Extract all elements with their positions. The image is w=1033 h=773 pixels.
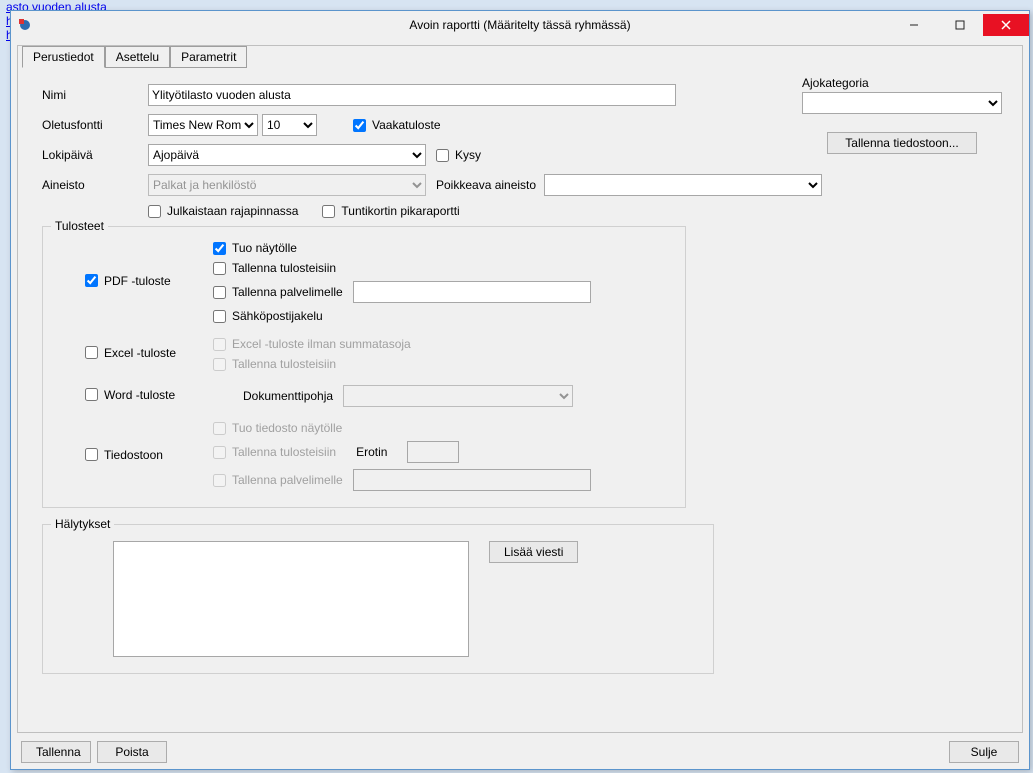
dokumenttipohja-label: Dokumenttipohja bbox=[243, 389, 333, 403]
tiedosto-tallenna-palvelimelle-check: Tallenna palvelimelle bbox=[213, 473, 343, 487]
tuntikortin-pikaraportti-check[interactable]: Tuntikortin pikaraportti bbox=[322, 204, 459, 218]
ajokategoria-label: Ajokategoria bbox=[802, 76, 1002, 90]
halytykset-legend: Hälytykset bbox=[51, 517, 114, 531]
nimi-input[interactable] bbox=[148, 84, 676, 106]
erotin-label: Erotin bbox=[356, 445, 387, 459]
nimi-label: Nimi bbox=[42, 88, 148, 102]
excel-tuloste-check[interactable]: Excel -tuloste bbox=[85, 346, 176, 360]
tab-content: Ajokategoria Tallenna tiedostoon... Nimi… bbox=[18, 66, 1022, 732]
tiedosto-tallenna-tulosteisiin-check: Tallenna tulosteisiin bbox=[213, 445, 336, 459]
sahkopostijakelu-check[interactable]: Sähköpostijakelu bbox=[213, 309, 591, 323]
fonttikoko-select[interactable]: 10 bbox=[262, 114, 317, 136]
halytykset-group: Hälytykset Lisää viesti bbox=[42, 524, 714, 674]
tuo-naytolle-check[interactable]: Tuo näytölle bbox=[213, 241, 591, 255]
tulosteet-group: Tulosteet PDF -tuloste Tuo näytölle Tall… bbox=[42, 226, 686, 508]
oletusfontti-label: Oletusfontti bbox=[42, 118, 148, 132]
tab-parametrit[interactable]: Parametrit bbox=[170, 46, 247, 68]
dokumenttipohja-select bbox=[343, 385, 573, 407]
tulosteet-legend: Tulosteet bbox=[51, 219, 108, 233]
tallenna-tulosteisiin-check[interactable]: Tallenna tulosteisiin bbox=[213, 261, 591, 275]
lokipaiva-label: Lokipäivä bbox=[42, 148, 148, 162]
poista-button[interactable]: Poista bbox=[97, 741, 167, 763]
pdf-tuloste-check[interactable]: PDF -tuloste bbox=[85, 274, 171, 288]
tallenna-tiedostoon-button[interactable]: Tallenna tiedostoon... bbox=[827, 132, 977, 154]
ajokategoria-block: Ajokategoria Tallenna tiedostoon... bbox=[802, 76, 1002, 154]
tab-asettelu[interactable]: Asettelu bbox=[105, 46, 170, 68]
erotin-input bbox=[407, 441, 459, 463]
tallenna-palvelimelle-check[interactable]: Tallenna palvelimelle bbox=[213, 285, 343, 299]
lisaa-viesti-button[interactable]: Lisää viesti bbox=[489, 541, 578, 563]
excel-ilman-summa-check: Excel -tuloste ilman summatasoja bbox=[213, 337, 411, 351]
vaakatuloste-check[interactable]: Vaakatuloste bbox=[353, 118, 441, 132]
tiedostoon-check[interactable]: Tiedostoon bbox=[85, 448, 163, 462]
aineisto-select: Palkat ja henkilöstö bbox=[148, 174, 426, 196]
window-title: Avoin raportti (Määritelty tässä ryhmäss… bbox=[11, 18, 1029, 32]
tallenna-palvelimelle-input[interactable] bbox=[353, 281, 591, 303]
halytykset-textarea[interactable] bbox=[113, 541, 469, 657]
tallenna-button[interactable]: Tallenna bbox=[21, 741, 91, 763]
footer: Tallenna Poista Sulje bbox=[17, 739, 1023, 765]
poikkeava-aineisto-label: Poikkeava aineisto bbox=[436, 178, 536, 192]
aineisto-label: Aineisto bbox=[42, 178, 148, 192]
julkaistaan-rajapinnassa-check[interactable]: Julkaistaan rajapinnassa bbox=[148, 204, 298, 218]
ajokategoria-select[interactable] bbox=[802, 92, 1002, 114]
tuo-tiedosto-naytolle-check: Tuo tiedosto näytölle bbox=[213, 421, 591, 435]
lokipaiva-select[interactable]: Ajopäivä bbox=[148, 144, 426, 166]
tab-bar: Perustiedot Asettelu Parametrit bbox=[22, 45, 247, 67]
titlebar: Avoin raportti (Määritelty tässä ryhmäss… bbox=[11, 11, 1029, 39]
poikkeava-aineisto-select[interactable] bbox=[544, 174, 822, 196]
kysy-check[interactable]: Kysy bbox=[436, 148, 481, 162]
tab-perustiedot[interactable]: Perustiedot bbox=[22, 46, 105, 68]
main-panel: Perustiedot Asettelu Parametrit Ajokateg… bbox=[17, 45, 1023, 733]
excel-tallenna-tulosteisiin-check: Tallenna tulosteisiin bbox=[213, 357, 411, 371]
word-tuloste-check[interactable]: Word -tuloste bbox=[85, 388, 175, 402]
dialog-window: Avoin raportti (Määritelty tässä ryhmäss… bbox=[10, 10, 1030, 770]
fontti-select[interactable]: Times New Roman bbox=[148, 114, 258, 136]
sulje-button[interactable]: Sulje bbox=[949, 741, 1019, 763]
tiedosto-palvelimelle-input bbox=[353, 469, 591, 491]
